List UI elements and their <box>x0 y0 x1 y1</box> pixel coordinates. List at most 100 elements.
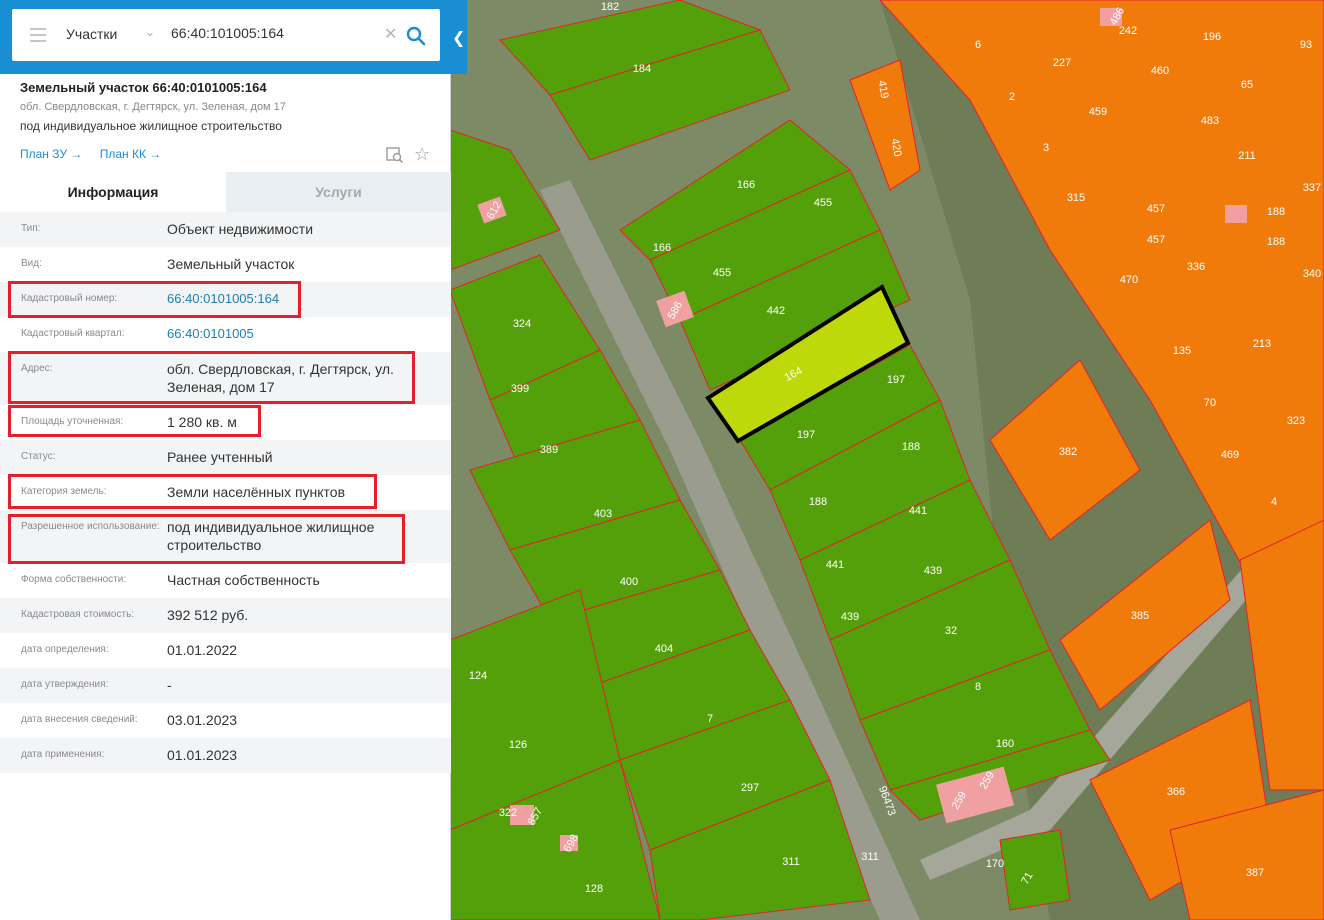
parcel-number-label: 188 <box>809 496 827 508</box>
locate-on-map-icon[interactable] <box>386 146 404 164</box>
parcel-number-label: 65 <box>1241 79 1253 91</box>
tabs: Информация Услуги <box>0 172 451 212</box>
parcel-number-label: 441 <box>909 505 927 517</box>
parcel-number-label: 455 <box>713 267 731 279</box>
parcel-number-label: 315 <box>1067 192 1085 204</box>
parcel-number-label: 441 <box>826 559 844 571</box>
parcel-number-label: 336 <box>1187 261 1205 273</box>
parcel-number-label: 7 <box>707 713 713 725</box>
info-row: Кадастровый квартал: 66:40:0101005 <box>0 317 451 352</box>
parcel-number-label: 460 <box>1151 65 1169 77</box>
parcel-number-label: 184 <box>633 63 651 75</box>
menu-icon[interactable] <box>30 28 46 42</box>
parcel-number-label: 8 <box>975 681 981 693</box>
info-row-label: дата применения: <box>21 749 105 760</box>
parcel-number-label: 389 <box>540 444 558 456</box>
parcel-number-label: 337 <box>1303 182 1321 194</box>
info-row-value: Земельный участок <box>167 256 295 272</box>
parcel-number-label: 2 <box>1009 91 1015 103</box>
info-row-value: 01.01.2023 <box>167 747 238 763</box>
info-row-label: Статус: <box>21 451 56 462</box>
star-icon[interactable]: ☆ <box>414 144 430 165</box>
parcel-number-label: 182 <box>601 1 619 13</box>
parcel-number-label: 311 <box>861 851 879 863</box>
cadastral-map[interactable]: 182 184 166 455 166 455 442 197 197 188 188 441 441 4… <box>450 0 1324 920</box>
highlight-box <box>8 405 261 437</box>
plan-kk-link[interactable]: План КК → <box>100 147 162 161</box>
parcel-number-label: 3 <box>1043 142 1049 154</box>
info-row-value: 392 512 руб. <box>167 607 249 623</box>
highlight-box <box>8 474 377 509</box>
parcel-number-label: 166 <box>737 179 755 191</box>
parcel-number-label: 470 <box>1120 274 1138 286</box>
tab-info[interactable]: Информация <box>0 172 226 212</box>
tab-services[interactable]: Услуги <box>226 172 451 212</box>
parcel-number-label: 242 <box>1119 25 1137 37</box>
parcel-number-label: 166 <box>653 242 671 254</box>
parcel-number-label: 128 <box>585 883 603 895</box>
search-input[interactable] <box>171 25 381 41</box>
info-row: дата определения: 01.01.2022 <box>0 633 451 668</box>
info-row-label: Кадастровая стоимость: <box>21 609 135 620</box>
parcel-number-label: 439 <box>924 565 942 577</box>
parcel-number-label: 126 <box>509 739 527 751</box>
info-row-label: Вид: <box>21 258 42 269</box>
info-row-label: дата внесения сведений: <box>21 714 138 725</box>
parcel-number-label: 483 <box>1201 115 1219 127</box>
plan-zu-link[interactable]: План ЗУ → <box>20 147 82 161</box>
parcel-number-label: 324 <box>513 318 531 330</box>
plan-links: План ЗУ → План КК → <box>20 147 175 161</box>
info-row: Форма собственности: Частная собственност… <box>0 563 451 598</box>
parcel-number-label: 4 <box>1271 496 1277 508</box>
parcel-number-label: 197 <box>797 429 815 441</box>
info-row-link[interactable]: 66:40:0101005 <box>167 325 417 343</box>
close-icon[interactable]: ✕ <box>384 24 397 44</box>
parcel-number-label: 227 <box>1053 57 1071 69</box>
info-row: дата внесения сведений: 03.01.2023 <box>0 703 451 738</box>
info-panel: Участки ⌄ ✕ ❮ Земельный участок 66:40:01… <box>0 0 467 920</box>
info-row-value: Объект недвижимости <box>167 221 314 237</box>
parcel-number-label: 340 <box>1303 268 1321 280</box>
parcel-number-label: 311 <box>782 856 800 868</box>
page-title: Земельный участок 66:40:0101005:164 <box>20 80 267 95</box>
parcel-number-label: 197 <box>887 374 905 386</box>
parcel-number-label: 457 <box>1147 234 1165 246</box>
parcel-number-label: 403 <box>594 508 612 520</box>
parcel-number-label: 170 <box>986 858 1004 870</box>
parcel-number-label: 32 <box>945 625 957 637</box>
parcel-number-label: 400 <box>620 576 638 588</box>
parcel-number-label: 323 <box>1287 415 1305 427</box>
parcel-number-label: 6 <box>975 39 981 51</box>
parcel-number-label: 213 <box>1253 338 1271 350</box>
parcel-number-label: 70 <box>1204 397 1216 409</box>
parcel-number-label: 387 <box>1246 867 1264 879</box>
parcel-number-label: 196 <box>1203 31 1221 43</box>
search-category[interactable]: Участки <box>66 26 117 42</box>
chevron-down-icon[interactable]: ⌄ <box>145 25 155 39</box>
info-row: Вид: Земельный участок <box>0 247 451 282</box>
highlight-box <box>8 514 405 564</box>
info-row-value: Ранее учтенный <box>167 449 273 465</box>
plot-header: Земельный участок 66:40:0101005:164 обл.… <box>20 80 440 133</box>
parcel-number-label: 404 <box>655 643 673 655</box>
parcel-number-label: 188 <box>1267 236 1285 248</box>
highlight-box <box>8 281 301 318</box>
search-icon[interactable] <box>406 26 426 46</box>
info-row-value: - <box>167 677 172 693</box>
info-row-value: Частная собственность <box>167 572 320 588</box>
highlight-box <box>8 351 415 404</box>
parcel-number-label: 297 <box>741 782 759 794</box>
info-row: Статус: Ранее учтенный <box>0 440 451 475</box>
info-row-label: Кадастровый квартал: <box>21 328 125 339</box>
info-row: дата утверждения: - <box>0 668 451 703</box>
chevron-left-icon[interactable]: ❮ <box>452 28 465 48</box>
parcel-number-label: 124 <box>469 670 487 682</box>
parcel-number-label: 399 <box>511 383 529 395</box>
parcel-number-label: 385 <box>1131 610 1149 622</box>
parcel-number-label: 382 <box>1059 446 1077 458</box>
search-bar: Участки ⌄ ✕ ❮ <box>0 0 467 74</box>
info-row-label: Форма собственности: <box>21 574 127 585</box>
search-box: Участки ⌄ ✕ <box>12 9 440 61</box>
parcel-number-label: 455 <box>814 197 832 209</box>
parcel-number-label: 160 <box>996 738 1014 750</box>
